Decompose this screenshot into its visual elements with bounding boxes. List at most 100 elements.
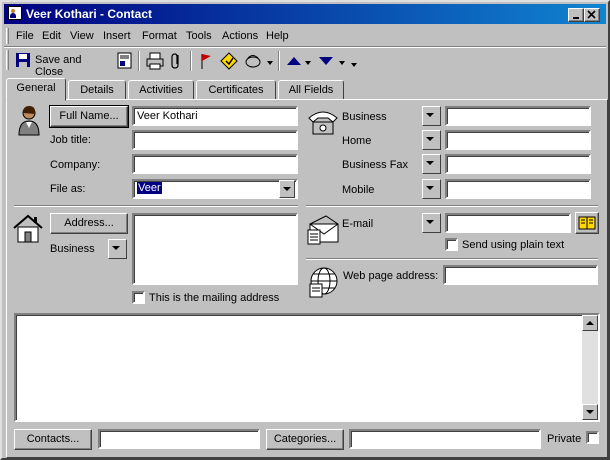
menu-bar: File Edit View Insert Format Tools Actio… — [4, 26, 606, 46]
close-button[interactable] — [584, 8, 600, 22]
email-type-dropdown[interactable] — [422, 213, 441, 233]
plain-text-checkbox[interactable] — [445, 238, 458, 251]
standard-toolbar: Save and Close — [4, 48, 606, 78]
newmsg-icon[interactable] — [244, 52, 262, 70]
categories-button[interactable]: Categories... — [266, 429, 344, 450]
addressbook-icon — [578, 216, 596, 230]
phone-type-dropdown-home[interactable] — [422, 130, 441, 150]
full-name-button[interactable]: Full Name... — [49, 105, 129, 128]
tab-all-fields[interactable]: All Fields — [278, 80, 344, 100]
tab-details[interactable]: Details — [68, 80, 126, 100]
print-icon[interactable] — [146, 52, 164, 70]
company-label: Company: — [50, 159, 101, 171]
close-icon — [587, 10, 596, 19]
house-icon — [13, 214, 43, 243]
followup-icon[interactable] — [220, 52, 238, 70]
private-label: Private — [547, 433, 582, 445]
contact-card-icon — [8, 6, 22, 20]
plain-text-label: Send using plain text — [462, 239, 565, 251]
chevron-up-icon — [586, 321, 594, 325]
tab-general[interactable]: General — [6, 78, 66, 101]
save-copy-icon[interactable] — [116, 52, 134, 70]
tab-activities[interactable]: Activities — [128, 80, 194, 100]
globe-icon — [309, 267, 338, 298]
address-type-label: Business — [50, 243, 95, 255]
chevron-down-icon[interactable] — [304, 59, 312, 67]
phone-field-business-fax[interactable] — [445, 154, 591, 174]
private-checkbox[interactable] — [586, 431, 599, 444]
menu-help[interactable]: Help — [266, 30, 289, 42]
minimize-button[interactable] — [568, 8, 584, 22]
scroll-down-button[interactable] — [582, 404, 598, 420]
email-web-divider — [306, 258, 598, 260]
phone-label-mobile: Mobile — [342, 184, 375, 196]
attach-icon[interactable] — [170, 52, 184, 70]
down-arrow-icon[interactable] — [318, 54, 334, 68]
phone-type-dropdown-business[interactable] — [422, 106, 441, 126]
toolbar-grip — [6, 50, 9, 70]
phone-type-dropdown-mobile[interactable] — [422, 179, 441, 199]
minimize-icon — [573, 17, 579, 19]
toolbar-separator — [190, 51, 192, 71]
window-title: Veer Kothari - Contact — [26, 7, 153, 21]
file-as-value: Veer — [137, 182, 162, 194]
title-bar[interactable]: Veer Kothari - Contact — [4, 4, 606, 24]
notes-field[interactable] — [14, 313, 600, 422]
email-field[interactable] — [445, 213, 571, 233]
person-icon — [18, 106, 40, 136]
phone-field-mobile[interactable] — [445, 179, 591, 199]
scroll-up-button[interactable] — [582, 315, 598, 331]
envelope-icon — [307, 215, 339, 245]
full-name-field[interactable]: Veer Kothari — [132, 106, 298, 126]
phone-label-home: Home — [342, 135, 372, 147]
menu-view[interactable]: View — [70, 30, 94, 42]
chevron-down-icon[interactable] — [266, 59, 274, 67]
web-page-field[interactable] — [443, 265, 598, 285]
flag-icon[interactable] — [198, 52, 214, 70]
email-label: E-mail — [342, 218, 374, 230]
mailing-address-checkbox[interactable] — [132, 291, 145, 304]
address-book-button[interactable] — [575, 212, 599, 234]
address-field[interactable] — [132, 213, 298, 285]
menu-file[interactable]: File — [16, 30, 34, 42]
chevron-down-icon[interactable] — [338, 59, 346, 67]
phone-field-business[interactable] — [445, 106, 591, 126]
company-field[interactable] — [132, 154, 298, 174]
menu-insert[interactable]: Insert — [103, 30, 131, 42]
toolbar-separator — [278, 51, 280, 71]
job-title-field[interactable] — [132, 130, 298, 150]
contact-window: Veer Kothari - Contact File Edit View In… — [0, 0, 610, 460]
menu-actions[interactable]: Actions — [222, 30, 258, 42]
menu-grip — [6, 28, 9, 44]
chevron-down-icon — [586, 410, 594, 414]
save-and-close-label: Save and Close — [35, 54, 82, 78]
name-address-divider — [14, 205, 298, 207]
phone-email-divider — [306, 205, 598, 207]
job-title-label: Job title: — [50, 134, 91, 146]
file-as-combo[interactable]: Veer — [132, 179, 298, 199]
phone-type-dropdown-business-fax[interactable] — [422, 154, 441, 174]
mailing-address-label: This is the mailing address — [149, 292, 280, 304]
phone-icon — [308, 111, 338, 135]
toolbar-options-icon[interactable] — [350, 57, 358, 69]
phone-field-home[interactable] — [445, 130, 591, 150]
address-button[interactable]: Address... — [50, 213, 128, 234]
tab-certificates[interactable]: Certificates — [196, 80, 276, 100]
web-page-label: Web page address: — [343, 270, 439, 282]
notes-scrollbar[interactable] — [582, 315, 598, 420]
address-type-dropdown[interactable] — [108, 239, 127, 259]
up-arrow-icon[interactable] — [286, 54, 302, 68]
file-as-label: File as: — [50, 183, 86, 195]
file-as-dropdown-button[interactable] — [279, 180, 295, 198]
contacts-button[interactable]: Contacts... — [14, 429, 92, 450]
menu-edit[interactable]: Edit — [42, 30, 61, 42]
menu-format[interactable]: Format — [142, 30, 177, 42]
toolbar-separator — [138, 51, 140, 71]
phone-label-business: Business — [342, 111, 387, 123]
menu-tools[interactable]: Tools — [186, 30, 212, 42]
contacts-field[interactable] — [98, 429, 260, 449]
phone-label-business-fax: Business Fax — [342, 159, 409, 171]
save-and-close-button[interactable]: Save and Close — [12, 49, 112, 78]
save-icon — [16, 53, 30, 67]
categories-field[interactable] — [349, 429, 541, 449]
